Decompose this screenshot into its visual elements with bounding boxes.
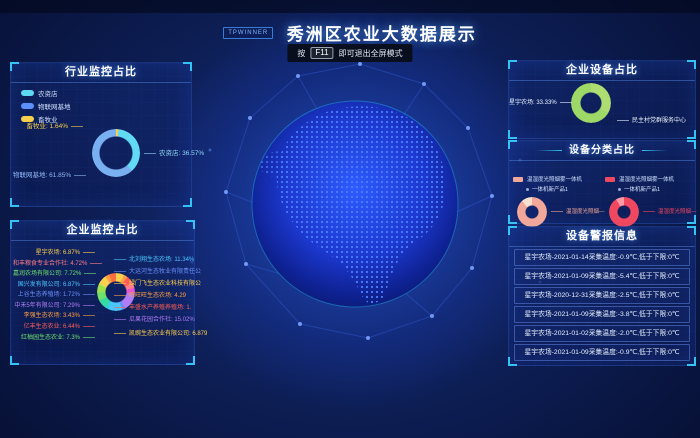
- corner-bracket: [508, 140, 517, 149]
- brand-logo: TPWINNER: [223, 27, 273, 39]
- class-donut-right: [609, 197, 639, 227]
- dashboard: TPWINNER 秀洲区农业大数据展示 按 F11 即可退出全屏模式 行业监控占…: [0, 0, 700, 438]
- corner-bracket: [10, 220, 19, 229]
- panel-title-text: 设备分类占比: [569, 141, 635, 160]
- corner-bracket: [687, 140, 696, 149]
- chart-label-center: 民主村党群服务中心: [617, 115, 686, 124]
- corner-bracket: [10, 62, 19, 71]
- legend-swatch: [605, 177, 615, 182]
- alarm-row: 星宇农场-2021-01-09采集温度:-0.9℃,低于下限:0℃: [514, 344, 690, 361]
- corner-bracket: [508, 130, 517, 139]
- chart-label: 温湿度光照烟—: [551, 207, 605, 215]
- corner-bracket: [10, 356, 19, 365]
- enterprise-label: 上谷生态养殖场: 1.72%: [13, 289, 95, 298]
- title-decoration: [642, 150, 668, 151]
- header: TPWINNER 秀洲区农业大数据展示: [0, 20, 700, 45]
- alarm-row: 星宇农场-2021-01-09采集温度:-3.8℃,低于下限:0℃: [514, 306, 690, 323]
- panel-title-class: 设备分类占比: [509, 141, 695, 161]
- legend-item[interactable]: 温湿度光照烟雾一体机: [605, 175, 695, 183]
- enterprise-label: 红柚园生态农业: 7.3%: [13, 332, 95, 341]
- alarm-row: 星宇农场-2021-01-09采集温度:-5.4℃,低于下限:0℃: [514, 268, 690, 285]
- corner-bracket: [186, 356, 195, 365]
- corner-bracket: [687, 60, 696, 69]
- corner-bracket: [687, 130, 696, 139]
- hint-prefix: 按: [297, 48, 305, 59]
- legend-swatch: [21, 103, 34, 109]
- legend-label: 物联网基地: [38, 101, 71, 111]
- alarm-row: 星宇农场-2021-01-14采集温度:-0.9℃,低于下限:0℃: [514, 249, 690, 266]
- legend-swatch: [21, 90, 34, 96]
- enterprise-label: 李强生态农场: 3.43%: [13, 310, 95, 319]
- legend-label: 农资店: [38, 88, 58, 98]
- corner-bracket: [687, 226, 696, 235]
- chart-label-store: 农资店: 36.57%: [144, 147, 204, 157]
- enterprise-label: 亿丰生态农业: 6.44%: [13, 321, 95, 330]
- chart-label-iot: 物联网基地: 61.85%: [13, 169, 85, 179]
- panel-title-enterprise: 企业监控占比: [11, 221, 194, 241]
- f11-key-badge: F11: [310, 47, 333, 59]
- enterprise-label: 凯豌生态农业有限公司: 6.879: [114, 328, 207, 337]
- enterprise-label: 瓜果花园合作社: 15.02%: [114, 314, 195, 323]
- chart-label-livestock: 畜牧业: 1.64%: [17, 120, 83, 130]
- corner-bracket: [183, 62, 192, 71]
- enterprise-label: 嘉润农场有限公司: 7.72%: [13, 268, 95, 277]
- industry-donut-chart: [92, 129, 140, 177]
- hint-suffix: 即可退出全屏模式: [339, 48, 403, 59]
- enterprise-label: 和丰粮食专业合作社: 4.72%: [13, 258, 95, 267]
- enterprise-label: 丰盛水产养殖养殖场: 1.: [114, 302, 191, 311]
- class-chart-right: 温湿度光照烟雾一体机 一体机新产品1 温湿度光照烟—: [605, 175, 695, 221]
- sub-label: 一体机新产品1: [618, 185, 695, 193]
- panel-industry-ratio: 行业监控占比 农资店 物联网基地 畜牧业 畜牧业: 1.64% 农资店: 36.…: [10, 62, 192, 207]
- chart-label: 温湿度光照烟—: [643, 207, 697, 215]
- enterprise-label: 北刘翔生态农场: 11.34%: [114, 254, 194, 263]
- panel-device-ratio: 企业设备占比 星宇农场: 33.33% 民主村党群服务中心: [508, 60, 696, 139]
- sub-label: 一体机新产品1: [526, 185, 603, 193]
- enterprise-label: 中禾5年有限公司: 7.29%: [13, 300, 95, 309]
- enterprise-label: 绿门飞生态农业科技有限公: [114, 278, 201, 287]
- panel-device-class: 设备分类占比 温湿度光照烟雾一体机 一体机新产品1 温湿度光照烟— 温湿度光照烟…: [508, 140, 696, 224]
- legend-item[interactable]: 温湿度光照烟雾一体机: [513, 175, 603, 183]
- panel-title-industry: 行业监控占比: [11, 63, 191, 83]
- corner-bracket: [508, 60, 517, 69]
- panel-alarms: 设备警报信息 星宇农场-2021-01-14采集温度:-0.9℃,低于下限:0℃…: [508, 226, 696, 366]
- page-title: 秀洲区农业大数据展示: [287, 20, 477, 45]
- enterprise-label: 大运河生态牧业有限责任公: [114, 266, 201, 275]
- enterprise-label: 国兴发有限公司: 6.87%: [13, 279, 95, 288]
- class-chart-left: 温湿度光照烟雾一体机 一体机新产品1 温湿度光照烟—: [513, 175, 603, 221]
- title-decoration: [536, 150, 562, 151]
- legend-item[interactable]: 物联网基地: [21, 101, 71, 111]
- corner-bracket: [10, 198, 19, 207]
- fullscreen-hint: 按 F11 即可退出全屏模式: [287, 44, 412, 62]
- device-donut-chart: [571, 83, 611, 123]
- corner-bracket: [186, 220, 195, 229]
- chart-label-farm: 星宇农场: 33.33%: [509, 97, 567, 106]
- legend-label: 温湿度光照烟雾一体机: [619, 175, 674, 183]
- corner-bracket: [183, 198, 192, 207]
- alarm-row: 星宇农场-2021-01-02采集温度:-2.0℃,低于下限:0℃: [514, 325, 690, 342]
- class-donut-left: [517, 197, 547, 227]
- corner-bracket: [508, 226, 517, 235]
- panel-enterprise-ratio: 企业监控占比 星宇农场: 6.87% 和丰粮食专业合作社: 4.72% 嘉润农场…: [10, 220, 195, 365]
- alarm-row: 星宇农场-2020-12-31采集温度:-2.5℃,低于下限:0℃: [514, 287, 690, 304]
- enterprise-label: 鸣旺旺生态农场: 4.29: [114, 290, 186, 299]
- enterprise-label: 星宇农场: 6.87%: [13, 247, 95, 256]
- legend-label: 温湿度光照烟雾一体机: [527, 175, 582, 183]
- panel-title-device: 企业设备占比: [509, 61, 695, 81]
- legend-swatch: [513, 177, 523, 182]
- panel-title-alarms: 设备警报信息: [509, 227, 695, 247]
- legend-item[interactable]: 农资店: [21, 88, 71, 98]
